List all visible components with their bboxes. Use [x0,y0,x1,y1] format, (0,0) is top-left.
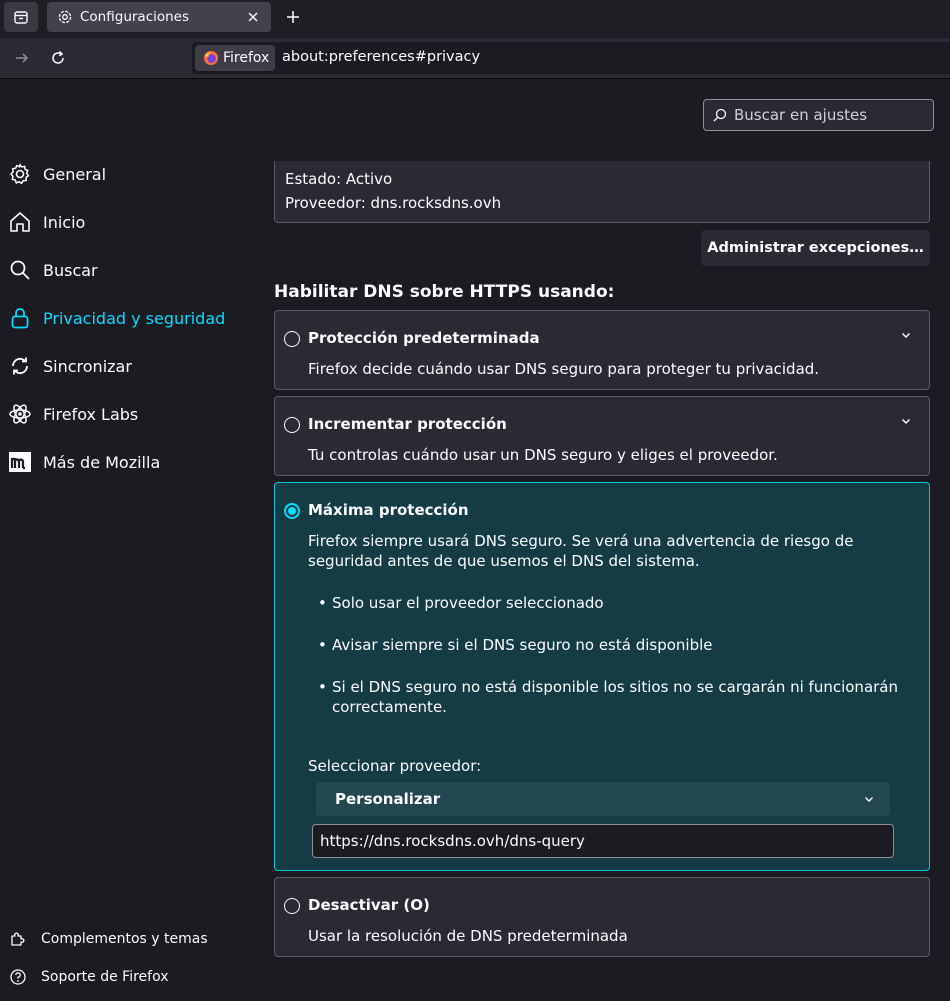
list-item: Avisar siempre si el DNS seguro no está … [318,635,902,655]
chevron-down-icon[interactable] [899,414,913,428]
sidebar-item-label: Buscar [43,260,98,280]
option-off[interactable]: Desactivar (O) Usar la resolución de DNS… [274,877,930,957]
sidebar-item-sync[interactable]: Sincronizar [0,346,260,386]
reload-button[interactable] [46,46,70,70]
firefox-logo-icon [204,51,218,65]
sidebar-item-label: Inicio [43,212,86,232]
manage-exceptions-button[interactable]: Administrar excepciones… [701,230,930,266]
mozilla-icon [7,449,33,475]
option-title: Máxima protección [308,501,469,519]
tab-title: Configuraciones [80,9,190,25]
search-icon [7,257,33,283]
lock-icon [7,305,33,331]
sidebar-item-labs[interactable]: Firefox Labs [0,394,260,434]
tab-list-icon [14,11,28,24]
radio-max[interactable] [284,503,300,519]
tab-list-button[interactable] [4,2,38,32]
gear-icon [7,161,33,187]
sidebar-foot-label: Soporte de Firefox [41,969,169,985]
tab-strip: Configuraciones [0,0,950,38]
reload-icon [52,50,64,64]
provider-select[interactable]: Personalizar [316,782,890,816]
provider-select-value: Personalizar [335,790,441,808]
dns-status-state: Estado: Activo [285,170,393,188]
search-input[interactable] [734,106,924,124]
settings-search[interactable] [703,99,934,131]
gear-icon [58,10,72,24]
option-increased-protection[interactable]: Incrementar protección Tu controlas cuán… [274,396,930,476]
option-title: Desactivar (O) [308,896,430,914]
list-item: Solo usar el proveedor seleccionado [318,593,902,613]
sidebar-item-label: General [43,164,107,184]
sidebar-item-general[interactable]: General [0,154,260,194]
arrow-right-icon [16,53,29,63]
url-bar[interactable]: Firefox about:preferences#privacy [192,42,950,74]
sync-icon [7,353,33,379]
close-icon[interactable] [245,9,261,25]
new-tab-button[interactable] [280,3,306,31]
dns-status-provider: Proveedor: dns.rocksdns.ovh [285,194,502,212]
sidebar-support-link[interactable]: Soporte de Firefox [0,962,260,992]
section-title: Habilitar DNS sobre HTTPS usando: [274,282,615,302]
forward-button[interactable] [10,46,34,70]
chevron-down-icon[interactable] [899,328,913,342]
chevron-down-icon [862,792,876,806]
sidebar-item-label: Sincronizar [43,356,132,376]
help-icon [10,969,26,985]
sidebar-addons-link[interactable]: Complementos y temas [0,924,260,954]
radio-default[interactable] [284,331,300,347]
radio-increased[interactable] [284,417,300,433]
sidebar-item-privacy[interactable]: Privacidad y seguridad [0,298,260,338]
option-desc: Usar la resolución de DNS predeterminada [308,927,628,945]
option-title: Protección predeterminada [308,329,540,347]
identity-label: Firefox [223,50,270,66]
custom-provider-url-input[interactable] [312,824,894,858]
puzzle-icon [11,932,25,946]
option-desc: Firefox decide cuándo usar DNS seguro pa… [308,360,820,378]
identity-box[interactable]: Firefox [195,45,275,71]
option-desc: Tu controlas cuándo usar un DNS seguro y… [308,446,778,464]
sidebar-foot-label: Complementos y temas [41,931,208,947]
sidebar-item-label: Privacidad y seguridad [43,308,226,328]
radio-off[interactable] [284,898,300,914]
home-icon [7,209,33,235]
sidebar-item-home[interactable]: Inicio [0,202,260,242]
nav-bar: Firefox about:preferences#privacy [0,38,950,79]
option-max-protection[interactable]: Máxima protección Firefox siempre usará … [274,482,930,871]
plus-icon [287,11,299,23]
provider-label: Seleccionar proveedor: [308,757,482,775]
option-default-protection[interactable]: Protección predeterminada Firefox decide… [274,310,930,390]
sidebar-item-mozilla[interactable]: Más de Mozilla [0,442,260,482]
labs-icon [7,401,33,427]
sidebar-item-label: Firefox Labs [43,404,139,424]
url-text[interactable]: about:preferences#privacy [282,49,480,65]
dns-status-box: Estado: Activo Proveedor: dns.rocksdns.o… [274,161,930,223]
option-title: Incrementar protección [308,415,507,433]
sidebar-item-label: Más de Mozilla [43,452,161,472]
search-icon [713,108,727,122]
option-desc: Firefox siempre usará DNS seguro. Se ver… [308,532,854,570]
list-item: Si el DNS seguro no está disponible los … [318,677,902,717]
tab-settings[interactable]: Configuraciones [47,2,271,32]
sidebar-item-search[interactable]: Buscar [0,250,260,290]
